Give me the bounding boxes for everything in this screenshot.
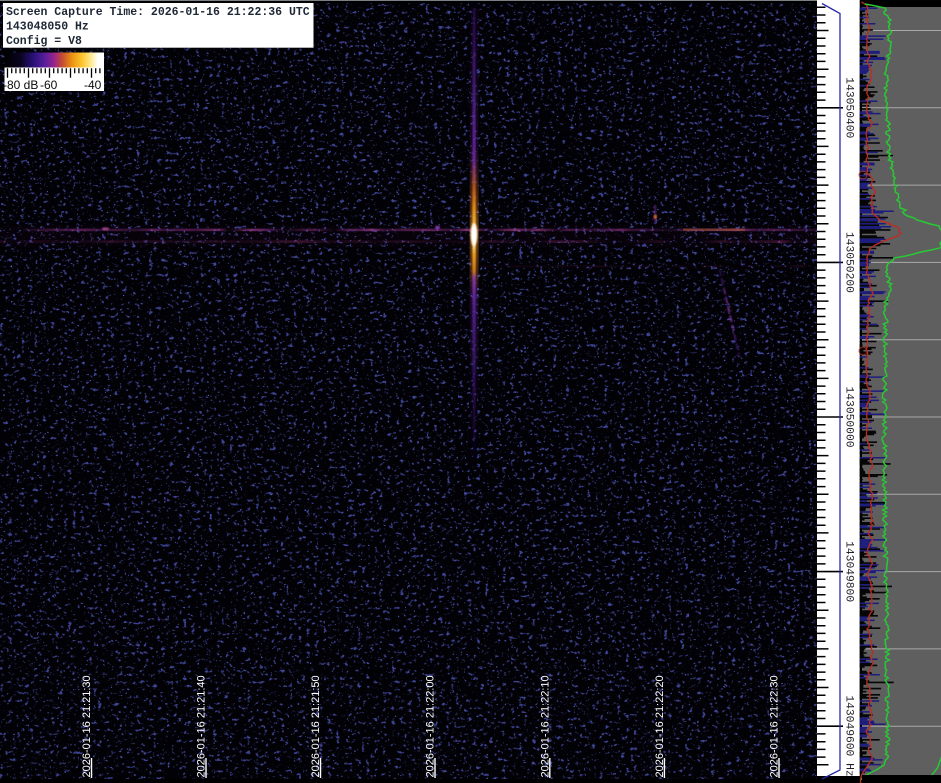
- svg-text:-60: -60: [40, 78, 58, 92]
- svg-text:Screen Capture Time: 2026-01-1: Screen Capture Time: 2026-01-16 21:22:36…: [6, 6, 310, 19]
- svg-text:-40: -40: [84, 78, 102, 92]
- svg-text:2026-01-16 21:21:30: 2026-01-16 21:21:30: [81, 675, 93, 777]
- svg-text:2026-01-16 21:21:50: 2026-01-16 21:21:50: [310, 675, 322, 777]
- svg-text:143050400: 143050400: [843, 77, 855, 138]
- svg-text:143048050 Hz: 143048050 Hz: [6, 21, 89, 34]
- svg-text:143049600 Hz: 143049600 Hz: [843, 695, 855, 776]
- svg-text:143050200: 143050200: [843, 232, 855, 293]
- svg-text:2026-01-16 21:22:30: 2026-01-16 21:22:30: [769, 675, 781, 777]
- svg-text:Config = V8: Config = V8: [6, 35, 82, 48]
- svg-text:143050000: 143050000: [843, 386, 855, 447]
- svg-text:-80 dB: -80 dB: [3, 78, 38, 92]
- svg-text:2026-01-16 21:22:10: 2026-01-16 21:22:10: [539, 675, 551, 777]
- svg-text:2026-01-16 21:21:40: 2026-01-16 21:21:40: [196, 675, 208, 777]
- svg-text:2026-01-16 21:22:00: 2026-01-16 21:22:00: [425, 675, 437, 777]
- svg-text:143049800: 143049800: [843, 541, 855, 602]
- svg-text:2026-01-16 21:22:20: 2026-01-16 21:22:20: [654, 675, 666, 777]
